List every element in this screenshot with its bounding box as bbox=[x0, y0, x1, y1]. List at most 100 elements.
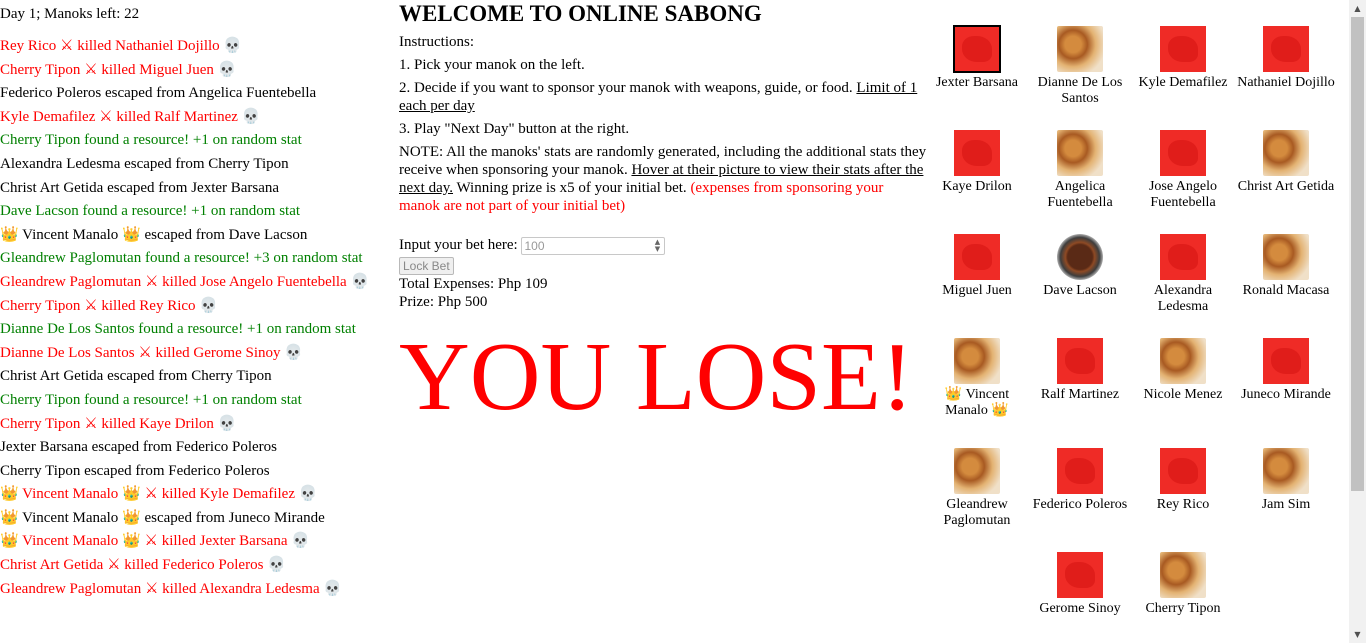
manok-name: Miguel Juen bbox=[942, 283, 1012, 298]
manok-picture[interactable] bbox=[1057, 552, 1103, 598]
manok-card[interactable]: Alexandra Ledesma bbox=[1131, 234, 1235, 315]
scroll-up-icon[interactable]: ▲ bbox=[1349, 0, 1366, 17]
spinner-icon[interactable]: ▲ ▼ bbox=[652, 238, 662, 253]
manok-name: Kaye Drilon bbox=[942, 179, 1012, 194]
resource-entry: Cherry Tipon found a resource! +1 on ran… bbox=[0, 132, 302, 149]
manok-card[interactable]: Kyle Demafilez bbox=[1131, 26, 1235, 91]
bet-input[interactable]: 100 ▲ ▼ bbox=[521, 236, 666, 255]
manok-card[interactable]: Federico Poleros bbox=[1028, 448, 1132, 513]
manok-picture[interactable] bbox=[1263, 130, 1309, 176]
manok-image bbox=[1057, 552, 1103, 598]
result-banner: YOU LOSE! bbox=[399, 323, 914, 431]
killed-text: ⚔ killed bbox=[80, 61, 140, 78]
manok-picture[interactable] bbox=[1057, 234, 1103, 280]
kill-entry: Christ Art Getida ⚔ killed Federico Pole… bbox=[0, 555, 392, 575]
resource-entry: Cherry Tipon found a resource! +1 on ran… bbox=[0, 391, 302, 408]
manok-card[interactable]: Rey Rico bbox=[1131, 448, 1235, 513]
manok-picture[interactable] bbox=[1160, 552, 1206, 598]
escape-entry: Cherry Tipon escaped from Federico Poler… bbox=[0, 462, 270, 479]
manok-card[interactable]: 👑 Vincent Manalo 👑 bbox=[925, 338, 1029, 419]
manok-card[interactable]: Jam Sim bbox=[1234, 448, 1338, 513]
kill-entry: Rey Rico ⚔ killed Nathaniel Dojillo 💀 bbox=[0, 36, 392, 56]
manok-image bbox=[1057, 338, 1103, 384]
manok-name: Cherry Tipon bbox=[1145, 601, 1221, 616]
manok-name: Juneco Mirande bbox=[1241, 387, 1331, 402]
resource-entry: Gleandrew Paglomutan found a resource! +… bbox=[0, 250, 363, 267]
instruction-step-3: 3. Play "Next Day" button at the right. bbox=[399, 121, 630, 137]
manok-card[interactable]: Ronald Macasa bbox=[1234, 234, 1338, 299]
manok-picture[interactable] bbox=[954, 234, 1000, 280]
killer-name: Cherry Tipon bbox=[0, 297, 81, 314]
prize-rule: Winning prize is x5 of your initial bet. bbox=[453, 180, 691, 196]
kill-entry: Cherry Tipon ⚔ killed Rey Rico 💀 bbox=[0, 296, 392, 316]
manok-picture[interactable] bbox=[954, 130, 1000, 176]
killer-name: Dianne De Los Santos bbox=[0, 344, 135, 361]
manok-card[interactable]: Jose Angelo Fuentebella bbox=[1131, 130, 1235, 211]
killer-name: Vincent Manalo bbox=[22, 486, 119, 503]
killed-text: ⚔ killed bbox=[140, 486, 200, 503]
manok-picture[interactable] bbox=[954, 338, 1000, 384]
manok-card[interactable]: Dianne De Los Santos bbox=[1028, 26, 1132, 107]
manok-name: Angelica Fuentebella bbox=[1047, 179, 1113, 210]
skull-icon: 💀 bbox=[346, 273, 370, 290]
manok-card[interactable]: Christ Art Getida bbox=[1234, 130, 1338, 195]
day-status: Day 1; Manoks left: 22 bbox=[0, 6, 140, 22]
scroll-down-icon[interactable]: ▼ bbox=[1349, 626, 1366, 643]
manok-picture[interactable] bbox=[1263, 338, 1309, 384]
manok-card[interactable]: Angelica Fuentebella bbox=[1028, 130, 1132, 211]
manok-card[interactable]: Gleandrew Paglomutan bbox=[925, 448, 1029, 529]
lock-bet-button[interactable]: Lock Bet bbox=[399, 257, 454, 275]
manok-card[interactable]: Gerome Sinoy bbox=[1028, 552, 1132, 617]
manok-picture[interactable] bbox=[1057, 26, 1103, 72]
kill-entry: Gleandrew Paglomutan ⚔ killed Jose Angel… bbox=[0, 272, 392, 292]
event-log: Day 1; Manoks left: 22 Rey Rico ⚔ killed… bbox=[0, 4, 392, 602]
manok-picture[interactable] bbox=[1160, 130, 1206, 176]
skull-icon: 💀 bbox=[195, 297, 218, 314]
manok-image bbox=[1160, 130, 1206, 176]
manok-picture[interactable] bbox=[1263, 26, 1309, 72]
killed-text: ⚔ killed bbox=[80, 415, 140, 432]
page-title: WELCOME TO ONLINE SABONG bbox=[399, 1, 762, 26]
manok-picture[interactable] bbox=[1160, 338, 1206, 384]
manok-card[interactable]: Nathaniel Dojillo bbox=[1234, 26, 1338, 91]
manok-card[interactable]: Miguel Juen bbox=[925, 234, 1029, 299]
scrollbar-thumb[interactable] bbox=[1351, 17, 1364, 491]
skull-icon: 💀 bbox=[319, 580, 343, 597]
killer-name: Gleandrew Paglomutan bbox=[0, 273, 142, 290]
manok-picture[interactable] bbox=[1057, 448, 1103, 494]
victim-name: Nathaniel Dojillo bbox=[115, 38, 220, 54]
killed-text: ⚔ killed bbox=[140, 533, 200, 550]
manok-picture[interactable] bbox=[1057, 338, 1103, 384]
manok-picture[interactable] bbox=[953, 25, 1001, 73]
manok-picture[interactable] bbox=[954, 448, 1000, 494]
manok-card[interactable]: Cherry Tipon bbox=[1131, 552, 1235, 617]
manok-card[interactable]: Kaye Drilon bbox=[925, 130, 1029, 195]
manok-card[interactable]: Juneco Mirande bbox=[1234, 338, 1338, 403]
manok-card[interactable]: Dave Lacson bbox=[1028, 234, 1132, 299]
killed-text: ⚔ killed bbox=[141, 580, 200, 597]
manok-picture[interactable] bbox=[1263, 448, 1309, 494]
manok-image bbox=[954, 234, 1000, 280]
manok-name: Gerome Sinoy bbox=[1039, 601, 1121, 616]
instructions-label: Instructions: bbox=[399, 34, 474, 50]
manok-picture[interactable] bbox=[1160, 448, 1206, 494]
manok-picture[interactable] bbox=[1263, 234, 1309, 280]
victim-name: Rey Rico bbox=[139, 297, 196, 314]
manok-card[interactable]: Nicole Menez bbox=[1131, 338, 1235, 403]
skull-icon: 💀 bbox=[237, 108, 261, 125]
killed-text: ⚔ killed bbox=[80, 297, 140, 314]
vertical-scrollbar[interactable]: ▲ ▼ bbox=[1349, 0, 1366, 643]
manok-picture[interactable] bbox=[1160, 234, 1206, 280]
manok-picture[interactable] bbox=[1057, 130, 1103, 176]
manok-image bbox=[1057, 448, 1103, 494]
manok-picture[interactable] bbox=[1160, 26, 1206, 72]
manok-card[interactable]: Ralf Martinez bbox=[1028, 338, 1132, 403]
step-2-text: 2. Decide if you want to sponsor your ma… bbox=[399, 80, 857, 96]
manok-card[interactable]: Jexter Barsana bbox=[925, 25, 1029, 91]
kill-entry: Cherry Tipon ⚔ killed Miguel Juen 💀 bbox=[0, 60, 392, 80]
killed-text: ⚔ killed bbox=[134, 344, 194, 361]
escape-entry: Federico Poleros escaped from Angelica F… bbox=[0, 85, 317, 102]
log-entries: Rey Rico ⚔ killed Nathaniel Dojillo 💀 Che… bbox=[0, 36, 392, 599]
killer-name: Vincent Manalo bbox=[22, 533, 119, 550]
instruction-step-2: 2. Decide if you want to sponsor your ma… bbox=[399, 79, 927, 115]
